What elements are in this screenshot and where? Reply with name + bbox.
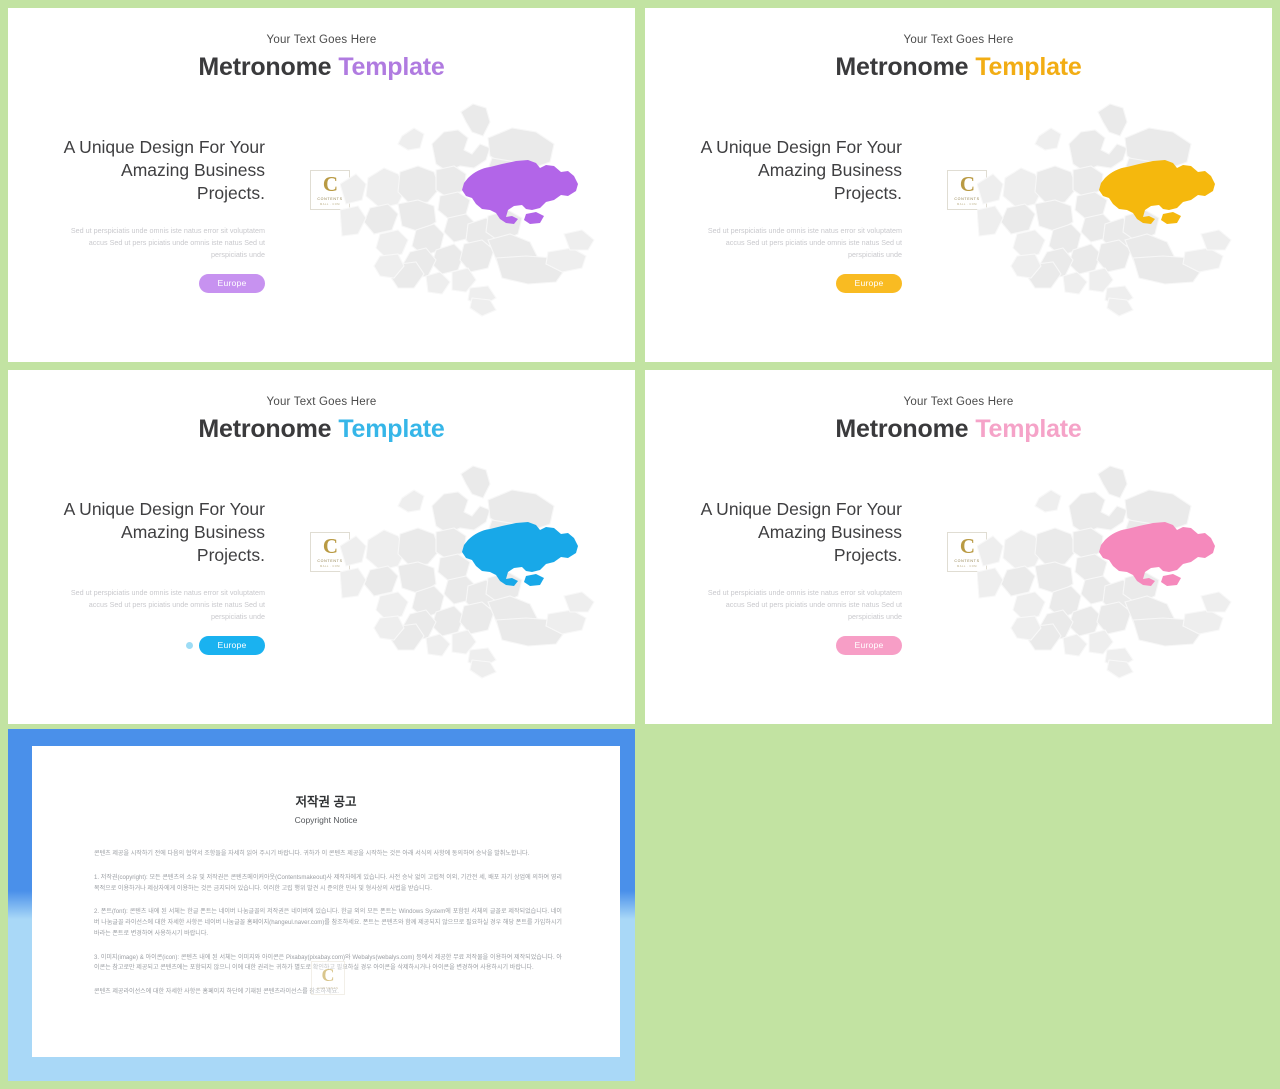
copyright-title-en: Copyright Notice <box>294 815 358 825</box>
copyright-item-3: 3. 이미지(image) & 아이콘(icon): 콘텐츠 내에 된 서체는 … <box>94 954 562 972</box>
europe-pill-button[interactable]: Europe <box>836 274 902 294</box>
pill-row: Europe <box>60 636 265 656</box>
subcopy: Sed ut perspiciatis unde omnis iste natu… <box>70 226 265 259</box>
slide-title-dark: Metronome <box>198 415 332 443</box>
map-base-countries <box>340 465 595 679</box>
slide-title-accent: Template <box>975 53 1082 81</box>
pill-dot-icon <box>186 642 193 650</box>
logo-letter: C <box>959 172 975 197</box>
europe-map[interactable] <box>340 454 628 716</box>
copy-block: A Unique Design For Your Amazing Busines… <box>697 136 902 294</box>
ukraine-highlight <box>1099 160 1215 224</box>
ukraine-highlight <box>462 522 578 586</box>
logo-tagline: MALL . COM <box>320 564 340 568</box>
map-base-countries <box>977 103 1232 317</box>
europe-pill-button[interactable]: Europe <box>836 636 902 656</box>
copyright-item-1: 1. 저작권(copyright): 모든 콘텐츠의 소유 및 저작권은 콘텐츠… <box>94 874 562 892</box>
copy-block: A Unique Design For Your Amazing Busines… <box>697 498 902 656</box>
copyright-intro: 콘텐츠 제공을 시작하기 전에 다음의 협약서 조항들을 자세히 읽어 주시기 … <box>94 851 530 857</box>
copyright-page: 저작권 공고 Copyright Notice C CONTENTS 콘텐츠 제… <box>32 746 620 1057</box>
headline: A Unique Design For Your Amazing Busines… <box>700 137 902 204</box>
europe-pill-button[interactable]: Europe <box>199 274 265 294</box>
copyright-title-ko: 저작권 공고 <box>295 795 357 809</box>
slide-title-accent: Template <box>338 415 445 443</box>
europe-pill-button[interactable]: Europe <box>199 636 265 656</box>
slide-title-accent: Template <box>975 415 1082 443</box>
slide-title: Metronome Template <box>8 53 635 82</box>
logo-tagline: MALL . COM <box>957 564 977 568</box>
logo-wordmark: CONTENTS <box>317 197 343 202</box>
copyright-item-2: 2. 폰트(font): 콘텐츠 내에 된 서체는 한글 폰트는 네이버 나눔글… <box>94 909 562 937</box>
logo-letter: C <box>322 172 338 197</box>
europe-map[interactable] <box>977 92 1265 354</box>
headline: A Unique Design For Your Amazing Busines… <box>63 137 265 204</box>
slide-title-dark: Metronome <box>835 415 969 443</box>
copy-block: A Unique Design For Your Amazing Busines… <box>60 136 265 294</box>
copyright-footer: 콘텐츠 제공라이선스에 대한 자세한 사항은 홈페이지 하단에 기재된 콘텐츠라… <box>94 989 339 995</box>
slide-eyebrow: Your Text Goes Here <box>266 34 377 46</box>
logo-wordmark: CONTENTS <box>954 197 980 202</box>
europe-map[interactable] <box>340 92 628 354</box>
slide-eyebrow: Your Text Goes Here <box>903 396 1014 408</box>
slide-title-dark: Metronome <box>198 53 332 81</box>
slide-purple[interactable]: Your Text Goes Here Metronome Template A … <box>8 8 635 362</box>
slide-title: Metronome Template <box>645 53 1272 82</box>
copy-block: A Unique Design For Your Amazing Busines… <box>60 498 265 656</box>
pill-row: Europe <box>60 274 265 294</box>
slide-blue[interactable]: Your Text Goes Here Metronome Template A … <box>8 370 635 724</box>
slide-eyebrow: Your Text Goes Here <box>903 34 1014 46</box>
pill-row: Europe <box>697 636 902 656</box>
logo-tagline: MALL . COM <box>320 202 340 206</box>
subcopy: Sed ut perspiciatis unde omnis iste natu… <box>707 588 902 621</box>
crimea-highlight <box>1161 212 1181 224</box>
headline: A Unique Design For Your Amazing Busines… <box>63 499 265 566</box>
subcopy: Sed ut perspiciatis unde omnis iste natu… <box>70 588 265 621</box>
slide-title: Metronome Template <box>8 415 635 444</box>
crimea-highlight <box>524 574 544 586</box>
europe-map[interactable] <box>977 454 1265 716</box>
slide-pink[interactable]: Your Text Goes Here Metronome Template A … <box>645 370 1272 724</box>
slide-title: Metronome Template <box>645 415 1272 444</box>
slide-eyebrow: Your Text Goes Here <box>266 396 377 408</box>
slide-amber[interactable]: Your Text Goes Here Metronome Template A … <box>645 8 1272 362</box>
headline: A Unique Design For Your Amazing Busines… <box>700 499 902 566</box>
map-base-countries <box>977 465 1232 679</box>
logo-letter: C <box>322 534 338 559</box>
logo-wordmark: CONTENTS <box>317 559 343 564</box>
logo-wordmark: CONTENTS <box>954 559 980 564</box>
pill-row: Europe <box>697 274 902 294</box>
ukraine-highlight <box>462 160 578 224</box>
logo-letter: C <box>959 534 975 559</box>
ukraine-highlight <box>1099 522 1215 586</box>
presentation-board: Your Text Goes Here Metronome Template A … <box>0 0 1280 1089</box>
slide-title-accent: Template <box>338 53 445 81</box>
slide-copyright-notice[interactable]: 저작권 공고 Copyright Notice C CONTENTS 콘텐츠 제… <box>8 729 635 1081</box>
copyright-body: C CONTENTS 콘텐츠 제공을 시작하기 전에 다음의 협약서 조항들을 … <box>94 849 562 998</box>
slide-title-dark: Metronome <box>835 53 969 81</box>
crimea-highlight <box>524 212 544 224</box>
logo-tagline: MALL . COM <box>957 202 977 206</box>
subcopy: Sed ut perspiciatis unde omnis iste natu… <box>707 226 902 259</box>
crimea-highlight <box>1161 574 1181 586</box>
map-base-countries <box>340 103 595 317</box>
